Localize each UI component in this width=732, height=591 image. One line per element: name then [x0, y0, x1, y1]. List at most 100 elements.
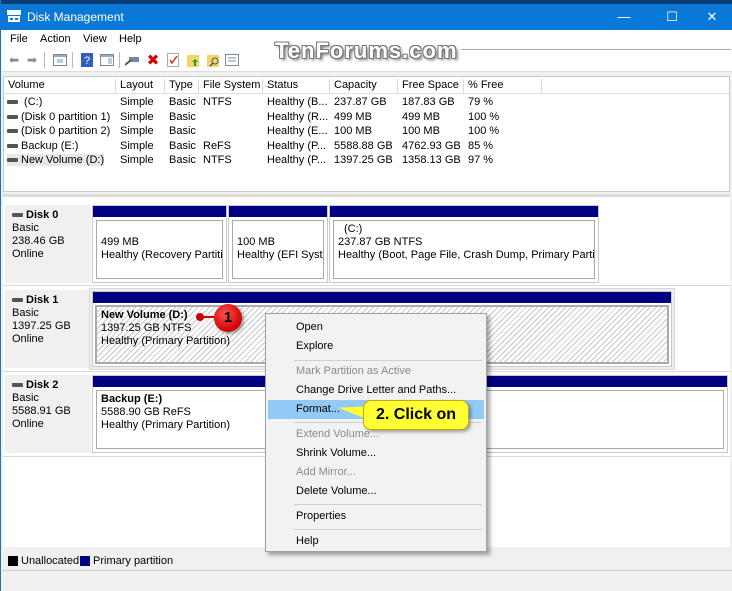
menu-item-explore[interactable]: Explore [268, 337, 484, 356]
volume-row[interactable]: (C:) Simple Basic NTFS Healthy (B... 237… [4, 96, 729, 110]
partition-c[interactable]: (C:) 237.87 GB NTFS Healthy (Boot, Page … [329, 205, 599, 283]
drive-icon [7, 129, 18, 134]
disk-1-label[interactable]: Disk 1 Basic 1397.25 GB Online [5, 290, 91, 368]
menu-item-shrink-volume[interactable]: Shrink Volume... [268, 444, 484, 463]
menu-separator [294, 529, 482, 530]
partition-status: Healthy (Recovery Partition) [101, 249, 223, 261]
window-title: Disk Management [27, 10, 124, 24]
disk-size: 5588.91 GB [12, 405, 71, 417]
volume-pct-free: 79 % [468, 96, 494, 108]
settings-list-icon[interactable] [224, 52, 240, 68]
volume-layout: Simple [120, 110, 154, 123]
volume-status: Healthy (R... [267, 110, 329, 123]
close-button[interactable]: ✕ [689, 4, 732, 30]
menu-action[interactable]: Action [40, 33, 71, 45]
volume-name: (C:) [21, 96, 43, 108]
toolbar-separator [72, 52, 73, 68]
title-bar: Disk Management — ☐ ✕ [1, 4, 732, 30]
drive-icon [7, 158, 18, 163]
volume-fs: NTFS [203, 96, 232, 108]
disk-state: Online [12, 248, 44, 260]
partition-name [237, 223, 319, 236]
volume-pct-free: 85 % [468, 139, 494, 152]
column-header-layout[interactable]: Layout [116, 79, 165, 94]
volume-name: (Disk 0 partition 2) [21, 125, 111, 137]
volume-layout: Simple [120, 125, 154, 137]
column-header-file-system[interactable]: File System [199, 79, 263, 94]
menu-file[interactable]: File [10, 33, 28, 45]
menu-help[interactable]: Help [119, 33, 142, 45]
volume-free: 4762.93 GB [402, 139, 461, 152]
show-hide-action-pane-icon[interactable] [99, 52, 115, 68]
volume-pct-free: 100 % [468, 125, 500, 137]
volume-layout: Simple [120, 139, 154, 152]
volume-capacity: 499 MB [334, 110, 372, 123]
disk-icon [12, 213, 23, 218]
disk-type: Basic [12, 392, 39, 404]
legend: Unallocated Primary partition [3, 552, 730, 570]
menu-separator [294, 504, 482, 505]
disk-icon [12, 383, 23, 388]
volume-fs: NTFS [203, 154, 232, 166]
folder-up-icon[interactable] [186, 52, 202, 68]
disk-name: Disk 2 [26, 379, 59, 391]
delete-icon[interactable]: ✖ [145, 52, 161, 69]
disk-type: Basic [12, 307, 39, 319]
volume-capacity: 5588.88 GB [334, 139, 393, 152]
column-header-capacity[interactable]: Capacity [330, 79, 398, 94]
volume-row-selected[interactable]: New Volume (D:) Simple Basic NTFS Health… [4, 154, 729, 168]
partition-name [101, 223, 218, 236]
menu-item-open[interactable]: Open [268, 318, 484, 337]
volume-name: Backup (E:) [21, 139, 79, 152]
partition-recovery[interactable]: 499 MB Healthy (Recovery Partition) [92, 205, 227, 283]
column-header-volume[interactable]: Volume [4, 79, 116, 94]
partition-efi[interactable]: 100 MB Healthy (EFI System Partition) [228, 205, 328, 283]
menu-item-change-drive-letter[interactable]: Change Drive Letter and Paths... [268, 381, 484, 400]
volume-type: Basic [169, 154, 196, 166]
partition-name: (C:) [344, 223, 363, 235]
show-hide-console-tree-icon[interactable] [52, 52, 68, 68]
menu-item-delete-volume[interactable]: Delete Volume... [268, 482, 484, 501]
volume-capacity: 100 MB [334, 125, 372, 137]
volume-row[interactable]: (Disk 0 partition 1) Simple Basic Health… [4, 111, 729, 125]
folder-search-icon[interactable] [206, 52, 222, 68]
disk-name: Disk 0 [26, 209, 59, 221]
watermark-divider [461, 49, 731, 50]
forward-icon[interactable]: ➡ [24, 52, 40, 68]
connect-drive-icon[interactable] [125, 52, 141, 68]
step-2-callout: 2. Click on [363, 400, 469, 430]
toolbar-separator [119, 52, 120, 68]
column-header-free-space[interactable]: Free Space [398, 79, 464, 94]
volume-capacity: 237.87 GB [334, 96, 387, 108]
volume-row[interactable]: Backup (E:) Simple Basic ReFS Healthy (P… [4, 140, 729, 154]
volume-status: Healthy (P... [267, 154, 327, 166]
menu-view[interactable]: View [83, 33, 107, 45]
column-header-type[interactable]: Type [165, 79, 199, 94]
help-icon[interactable]: ? [79, 52, 95, 68]
back-icon[interactable]: ⬅ [6, 52, 22, 68]
volume-row[interactable]: (Disk 0 partition 2) Simple Basic Health… [4, 125, 729, 139]
disk-0-label[interactable]: Disk 0 Basic 238.46 GB Online [5, 205, 91, 283]
step-1-badge: 1 [214, 304, 242, 332]
watermark: TenForums.com [275, 38, 458, 63]
menu-item-help[interactable]: Help [268, 532, 484, 551]
volume-layout: Simple [120, 96, 154, 108]
menu-item-properties[interactable]: Properties [268, 507, 484, 526]
disk-2-label[interactable]: Disk 2 Basic 5588.91 GB Online [5, 375, 91, 453]
volume-type: Basic [169, 139, 196, 152]
context-menu: Open Explore Mark Partition as Active Ch… [265, 313, 487, 552]
legend-swatch-unallocated [8, 556, 18, 566]
column-header-percent-free[interactable]: % Free [464, 79, 542, 94]
disk-management-window: Disk Management — ☐ ✕ File Action View H… [0, 0, 732, 591]
volume-type: Basic [169, 96, 196, 108]
minimize-button[interactable]: — [601, 4, 647, 30]
primary-partition-bar [330, 206, 598, 217]
menu-item-mark-active: Mark Partition as Active [296, 365, 411, 377]
volume-name: (Disk 0 partition 1) [21, 110, 111, 123]
column-header-status[interactable]: Status [263, 79, 330, 94]
properties-check-icon[interactable] [165, 52, 181, 68]
disk-state: Online [12, 418, 44, 430]
volume-free: 499 MB [402, 110, 440, 123]
volume-fs: ReFS [203, 139, 232, 152]
disk-name: Disk 1 [26, 294, 59, 306]
